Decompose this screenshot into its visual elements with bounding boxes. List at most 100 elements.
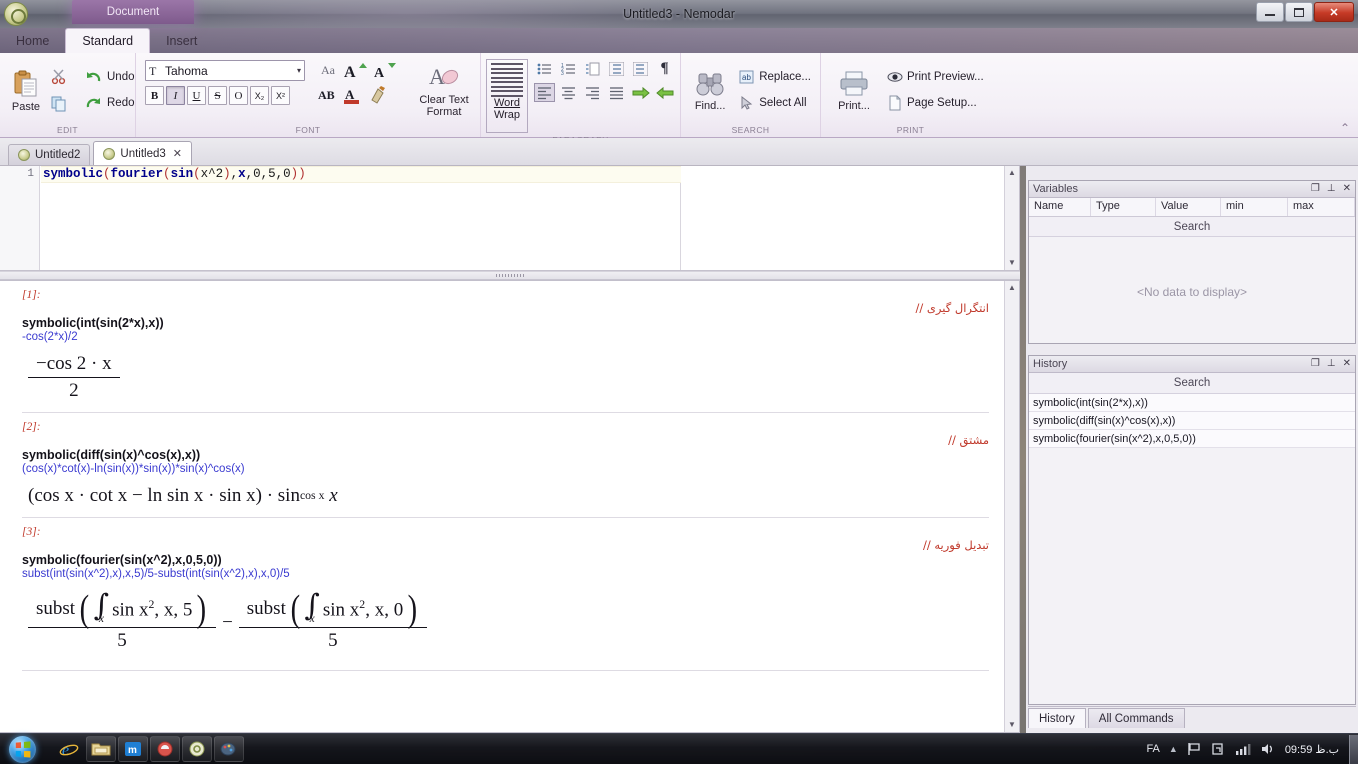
print-button[interactable]: Print... <box>832 68 876 112</box>
bullet-list-icon[interactable] <box>534 59 555 78</box>
find-button[interactable]: Find... <box>692 68 728 112</box>
change-case-button[interactable]: Aa <box>318 60 338 80</box>
scroll-up-icon[interactable]: ▲ <box>1008 166 1016 180</box>
rtl-direction-icon[interactable] <box>654 83 675 102</box>
flag-icon[interactable] <box>1187 742 1202 756</box>
panel-tab-all-commands[interactable]: All Commands <box>1088 708 1185 728</box>
nemodar-app-icon[interactable] <box>182 736 212 762</box>
history-search-row[interactable]: Search <box>1029 373 1355 394</box>
tab-home[interactable]: Home <box>0 29 65 53</box>
strikethrough-button[interactable]: S <box>208 86 227 105</box>
subscript-button[interactable]: X₂ <box>250 86 269 105</box>
doc-tab-untitled2[interactable]: Untitled2 <box>8 144 90 165</box>
taskbar-clock[interactable]: 09:59 ب.ظ <box>1285 743 1339 756</box>
column-name[interactable]: Name <box>1029 198 1091 216</box>
align-right-icon[interactable] <box>582 83 603 102</box>
align-center-icon[interactable] <box>558 83 579 102</box>
svg-text:A: A <box>344 64 356 80</box>
multilevel-list-icon[interactable] <box>582 59 603 78</box>
maxthon-browser-icon[interactable]: m <box>118 736 148 762</box>
float-icon[interactable]: ❐ <box>1311 184 1320 194</box>
column-type[interactable]: Type <box>1091 198 1156 216</box>
maximize-button[interactable] <box>1285 2 1313 22</box>
float-icon[interactable]: ❐ <box>1311 359 1320 369</box>
highlight-icon[interactable] <box>369 85 387 105</box>
bold-button[interactable]: B <box>145 86 164 105</box>
pilcrow-button[interactable]: ¶ <box>654 59 675 78</box>
column-max[interactable]: max <box>1288 198 1355 216</box>
pin-icon[interactable]: ⊥ <box>1327 359 1336 369</box>
tab-standard[interactable]: Standard <box>65 28 150 53</box>
word-wrap-button[interactable]: Word Wrap <box>486 59 528 133</box>
paint-app-icon[interactable] <box>214 736 244 762</box>
eye-icon <box>887 69 903 85</box>
ltr-direction-icon[interactable] <box>630 83 651 102</box>
undo-button[interactable]: Undo <box>81 66 139 88</box>
scroll-down-icon[interactable]: ▼ <box>1008 256 1016 270</box>
increase-indent-icon[interactable] <box>630 59 651 78</box>
close-button[interactable]: ✕ <box>1314 2 1354 22</box>
panel-tab-history[interactable]: History <box>1028 708 1086 728</box>
output-pane: [1]: انتگرال گیری // symbolic(int(sin(2*… <box>0 280 1020 733</box>
show-desktop-button[interactable] <box>1349 735 1358 764</box>
select-all-button[interactable]: Select All <box>735 92 815 114</box>
close-icon[interactable]: ✕ <box>1343 184 1351 194</box>
start-button[interactable] <box>0 735 44 764</box>
grow-font-button[interactable]: A <box>344 60 368 80</box>
output-vertical-scrollbar[interactable]: ▲ ▼ <box>1004 281 1019 732</box>
editor-code-line[interactable]: symbolic(fourier(sin(x^2),x,0,5,0)) <box>41 166 1019 183</box>
cell-input: symbolic(fourier(sin(x^2),x,0,5,0)) <box>22 552 989 567</box>
align-justify-icon[interactable] <box>606 83 627 102</box>
show-hidden-icons-button[interactable]: ▲ <box>1169 744 1178 754</box>
clear-text-format-button[interactable]: A Clear Text Format <box>413 60 475 118</box>
history-item[interactable]: symbolic(fourier(sin(x^2),x,0,5,0)) <box>1029 430 1355 448</box>
integrand: sin x <box>112 599 148 620</box>
page-setup-button[interactable]: Page Setup... <box>883 92 988 114</box>
font-color-button[interactable]: A <box>343 85 361 105</box>
internet-explorer-icon[interactable]: e <box>54 736 84 762</box>
close-icon[interactable]: ✕ <box>173 147 182 160</box>
scroll-up-icon[interactable]: ▲ <box>1008 281 1016 295</box>
minimize-button[interactable] <box>1256 2 1284 22</box>
decrease-indent-icon[interactable] <box>606 59 627 78</box>
cut-button[interactable] <box>46 66 72 88</box>
integral-variable: x <box>99 614 104 625</box>
language-indicator[interactable]: FA <box>1146 743 1159 755</box>
doc-tab-untitled3[interactable]: Untitled3 ✕ <box>93 141 192 165</box>
replace-button[interactable]: ab Replace... <box>735 66 815 88</box>
pin-icon[interactable]: ⊥ <box>1327 184 1336 194</box>
editor-vertical-scrollbar[interactable]: ▲ ▼ <box>1004 166 1019 270</box>
editor-output-splitter[interactable] <box>0 271 1020 280</box>
variables-search-row[interactable]: Search <box>1029 217 1355 237</box>
redo-button[interactable]: Redo <box>81 92 139 114</box>
underline-button[interactable]: U <box>187 86 206 105</box>
ribbon-collapse-button[interactable]: ⌃ <box>1340 121 1350 135</box>
paste-button[interactable]: Paste <box>11 67 41 113</box>
italic-button[interactable]: I <box>166 86 185 105</box>
superscript-button[interactable]: X² <box>271 86 290 105</box>
fraction-left: subst ( ∫ x sin x2, x, 5 ) 5 <box>28 594 216 652</box>
column-value[interactable]: Value <box>1156 198 1221 216</box>
tab-insert[interactable]: Insert <box>150 29 213 53</box>
history-item[interactable]: symbolic(int(sin(2*x),x)) <box>1029 394 1355 412</box>
column-min[interactable]: min <box>1221 198 1288 216</box>
scroll-down-icon[interactable]: ▼ <box>1008 718 1016 732</box>
cell-input: symbolic(diff(sin(x)^cos(x),x)) <box>22 447 989 462</box>
font-name-combobox[interactable]: T Tahoma ▾ <box>145 60 305 81</box>
copy-button[interactable] <box>46 92 72 114</box>
print-preview-button[interactable]: Print Preview... <box>883 66 988 88</box>
code-token-arg: x^2 <box>201 167 224 181</box>
history-item[interactable]: symbolic(diff(sin(x)^cos(x),x)) <box>1029 412 1355 430</box>
shrink-font-button[interactable]: A <box>374 60 398 80</box>
ab-button[interactable]: AB <box>318 88 335 103</box>
app-red-icon[interactable] <box>150 736 180 762</box>
numbered-list-icon[interactable]: 123 <box>558 59 579 78</box>
close-icon[interactable]: ✕ <box>1343 359 1351 369</box>
align-left-icon[interactable] <box>534 83 555 102</box>
overline-button[interactable]: O <box>229 86 248 105</box>
action-center-icon[interactable] <box>1211 742 1226 756</box>
network-signal-icon[interactable] <box>1235 742 1251 756</box>
code-editor[interactable]: 1 symbolic(fourier(sin(x^2),x,0,5,0)) ▲ … <box>0 166 1020 271</box>
file-explorer-icon[interactable] <box>86 736 116 762</box>
volume-icon[interactable] <box>1260 742 1276 756</box>
